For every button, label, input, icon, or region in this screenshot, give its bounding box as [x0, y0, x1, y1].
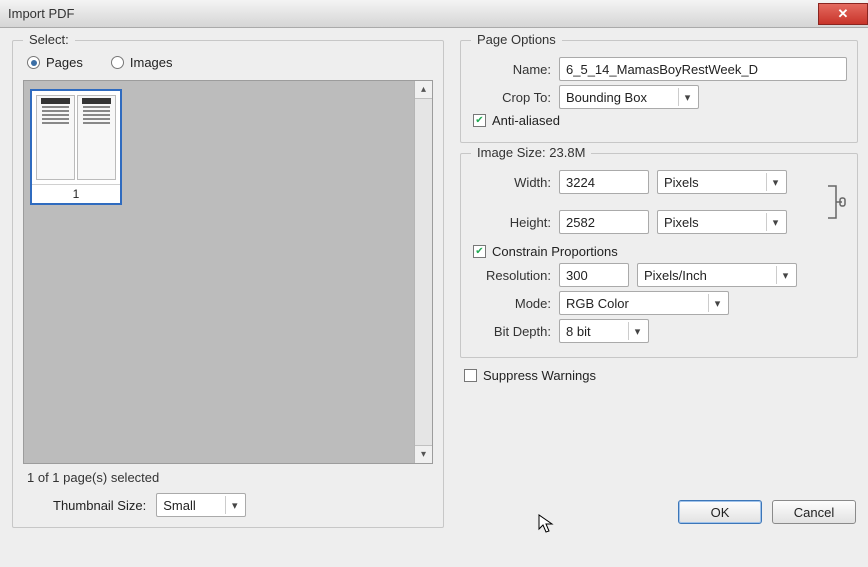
anti-aliased-label: Anti-aliased: [492, 113, 560, 128]
page-thumbnail-1[interactable]: 1: [30, 89, 122, 205]
titlebar: Import PDF ✕: [0, 0, 868, 28]
thumbnail-area[interactable]: 1 ▴ ▾: [23, 80, 433, 464]
crop-value: Bounding Box: [566, 90, 647, 105]
width-value: 3224: [566, 175, 595, 190]
suppress-warnings-checkbox[interactable]: Suppress Warnings: [464, 368, 596, 383]
thumbnail-page-number: 1: [32, 184, 120, 203]
scroll-down-button[interactable]: ▾: [415, 445, 433, 463]
page-options-legend: Page Options: [471, 32, 562, 47]
width-units-dropdown[interactable]: Pixels: [657, 170, 787, 194]
constrain-row: Constrain Proportions: [471, 244, 847, 259]
resolution-row: Resolution: 300 Pixels/Inch: [471, 263, 847, 287]
crop-label: Crop To:: [471, 90, 551, 105]
chevron-down-icon: [766, 173, 784, 191]
thumbnail-size-value: Small: [163, 498, 196, 513]
image-size-value: 23.8M: [549, 145, 585, 160]
width-units-value: Pixels: [664, 175, 699, 190]
scroll-up-button[interactable]: ▴: [415, 81, 433, 99]
height-units-dropdown[interactable]: Pixels: [657, 210, 787, 234]
ok-button-label: OK: [711, 505, 730, 520]
chevron-down-icon: [225, 496, 243, 514]
radio-checked-icon: [27, 56, 40, 69]
anti-aliased-row: Anti-aliased: [471, 113, 847, 128]
mode-label: Mode:: [471, 296, 551, 311]
images-radio-label: Images: [130, 55, 173, 70]
chevron-down-icon: [628, 322, 646, 340]
anti-aliased-checkbox[interactable]: Anti-aliased: [473, 113, 560, 128]
select-mode-radios: Pages Images: [23, 53, 433, 80]
constrain-label: Constrain Proportions: [492, 244, 618, 259]
thumbnail-size-row: Thumbnail Size: Small: [23, 493, 433, 517]
width-row: Width: 3224 Pixels: [471, 170, 819, 194]
pages-radio[interactable]: Pages: [27, 55, 83, 70]
cancel-button[interactable]: Cancel: [772, 500, 856, 524]
width-label: Width:: [471, 175, 551, 190]
bit-depth-dropdown[interactable]: 8 bit: [559, 319, 649, 343]
thumbnail-scrollbar[interactable]: ▴ ▾: [414, 81, 432, 463]
chevron-down-icon: [708, 294, 726, 312]
height-units-value: Pixels: [664, 215, 699, 230]
resolution-input[interactable]: 300: [559, 263, 629, 287]
image-size-legend: Image Size: 23.8M: [471, 145, 591, 160]
left-column: Select: Pages Images: [12, 40, 444, 528]
name-row: Name: 6_5_14_MamasBoyRestWeek_D: [471, 57, 847, 81]
name-label: Name:: [471, 62, 551, 77]
bit-depth-label: Bit Depth:: [471, 324, 551, 339]
checkbox-unchecked-icon: [464, 369, 477, 382]
ok-button[interactable]: OK: [678, 500, 762, 524]
suppress-warnings-label: Suppress Warnings: [483, 368, 596, 383]
crop-row: Crop To: Bounding Box: [471, 85, 847, 109]
bit-depth-row: Bit Depth: 8 bit: [471, 319, 847, 343]
crop-dropdown[interactable]: Bounding Box: [559, 85, 699, 109]
resolution-label: Resolution:: [471, 268, 551, 283]
thumbnail-preview: [32, 91, 120, 184]
name-value: 6_5_14_MamasBoyRestWeek_D: [566, 62, 758, 77]
constrain-checkbox[interactable]: Constrain Proportions: [473, 244, 618, 259]
height-label: Height:: [471, 215, 551, 230]
height-input[interactable]: 2582: [559, 210, 649, 234]
selection-status: 1 of 1 page(s) selected: [23, 464, 433, 493]
dialog-buttons: OK Cancel: [460, 492, 858, 528]
images-radio[interactable]: Images: [111, 55, 173, 70]
resolution-units-value: Pixels/Inch: [644, 268, 707, 283]
mode-row: Mode: RGB Color: [471, 291, 847, 315]
checkbox-checked-icon: [473, 245, 486, 258]
width-input[interactable]: 3224: [559, 170, 649, 194]
chevron-down-icon: [678, 88, 696, 106]
cancel-button-label: Cancel: [794, 505, 834, 520]
width-height-group: Width: 3224 Pixels Height: 2582: [471, 166, 847, 238]
constrain-link-icon[interactable]: [825, 169, 847, 235]
thumbnail-size-dropdown[interactable]: Small: [156, 493, 246, 517]
dialog-client: Select: Pages Images: [0, 28, 868, 534]
image-size-fieldset: Image Size: 23.8M Width: 3224 Pixels: [460, 153, 858, 358]
suppress-warnings-row: Suppress Warnings: [460, 368, 858, 383]
chevron-down-icon: [776, 266, 794, 284]
thumbnail-size-label: Thumbnail Size:: [53, 498, 146, 513]
pages-radio-label: Pages: [46, 55, 83, 70]
select-fieldset: Select: Pages Images: [12, 40, 444, 528]
resolution-units-dropdown[interactable]: Pixels/Inch: [637, 263, 797, 287]
height-value: 2582: [566, 215, 595, 230]
close-icon: ✕: [838, 6, 849, 22]
bit-depth-value: 8 bit: [566, 324, 591, 339]
page-options-fieldset: Page Options Name: 6_5_14_MamasBoyRestWe…: [460, 40, 858, 143]
name-input[interactable]: 6_5_14_MamasBoyRestWeek_D: [559, 57, 847, 81]
select-legend: Select:: [23, 32, 75, 47]
right-column: Page Options Name: 6_5_14_MamasBoyRestWe…: [460, 40, 858, 528]
mode-dropdown[interactable]: RGB Color: [559, 291, 729, 315]
close-button[interactable]: ✕: [818, 3, 868, 25]
resolution-value: 300: [566, 268, 588, 283]
chevron-down-icon: [766, 213, 784, 231]
cursor-icon: [538, 514, 554, 534]
height-row: Height: 2582 Pixels: [471, 210, 819, 234]
mode-value: RGB Color: [566, 296, 629, 311]
checkbox-checked-icon: [473, 114, 486, 127]
radio-unchecked-icon: [111, 56, 124, 69]
window-title: Import PDF: [8, 6, 74, 21]
